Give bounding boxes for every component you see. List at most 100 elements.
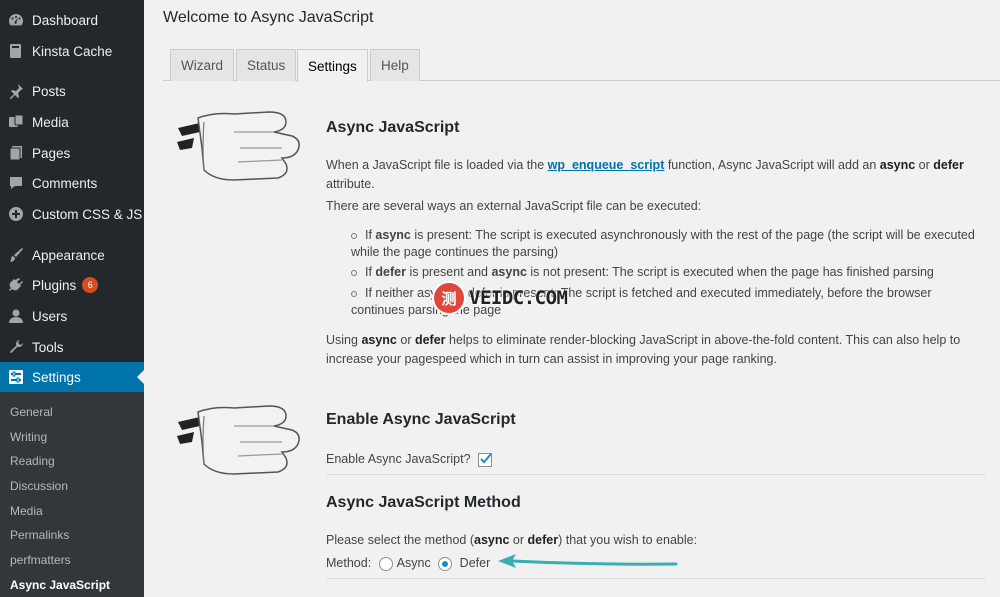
brush-icon: [8, 247, 24, 263]
sidebar-item-label: Tools: [32, 339, 64, 355]
submenu-item-writing[interactable]: Writing: [10, 430, 47, 444]
watermark-logo-icon: 测: [432, 281, 466, 315]
keyword-async: async: [361, 333, 397, 347]
admin-sidebar: Dashboard Kinsta Cache Posts Media Pages…: [0, 0, 144, 597]
sidebar-item-label: Custom CSS & JS: [32, 206, 143, 222]
comments-icon: [8, 175, 24, 191]
intro-text: function, Async JavaScript will add an: [664, 158, 880, 172]
tab-status[interactable]: Status: [236, 49, 297, 81]
bullet-icon: [351, 290, 357, 297]
outro-text: increase your pagespeed which in turn ca…: [326, 352, 777, 366]
pin-icon: [8, 83, 24, 99]
list-item: If defer is present and async is not pre…: [351, 264, 991, 281]
keyword-async: async: [879, 158, 916, 172]
sidebar-item-settings[interactable]: Settings: [0, 362, 144, 392]
intro-text: or: [915, 158, 934, 172]
method-defer-label[interactable]: Defer: [460, 556, 491, 570]
enable-async-row: Enable Async JavaScript?: [326, 450, 493, 469]
checkmark-icon: [480, 453, 492, 464]
keyword-defer: defer: [375, 265, 406, 279]
outro-text: Using: [326, 333, 362, 347]
submenu-item-permalinks[interactable]: Permalinks: [10, 528, 69, 542]
keyword-defer: defer: [933, 158, 964, 172]
method-async-label[interactable]: Async: [397, 556, 431, 570]
submenu-item-discussion[interactable]: Discussion: [10, 479, 68, 493]
outro-text: helps to eliminate render-blocking JavaS…: [445, 333, 961, 347]
sidebar-item-custom-css-js[interactable]: Custom CSS & JS: [0, 199, 144, 229]
intro-paragraph: When a JavaScript file is loaded via the…: [326, 156, 986, 194]
keyword-async: async: [375, 228, 411, 242]
method-defer-radio[interactable]: [438, 556, 453, 571]
intro-text: attribute.: [326, 177, 375, 191]
enable-async-checkbox[interactable]: [478, 452, 493, 467]
section-title-enable-async: Enable Async JavaScript: [326, 411, 516, 428]
sidebar-item-plugins[interactable]: Plugins 6: [0, 270, 144, 300]
plugin-icon: [8, 277, 24, 293]
annotation-arrow-icon: [498, 554, 678, 568]
update-count-badge: 6: [82, 277, 99, 293]
intro-text: When a JavaScript file is loaded via the: [326, 158, 548, 172]
section-divider: [326, 578, 986, 579]
pointing-hand-icon: [177, 405, 300, 475]
sidebar-item-label: Appearance: [32, 247, 105, 263]
tab-help[interactable]: Help: [370, 49, 420, 81]
outro-paragraph: Using async or defer helps to eliminate …: [326, 331, 986, 369]
sidebar-item-label: Comments: [32, 175, 98, 191]
bullet-text: is present and: [406, 265, 492, 279]
sidebar-item-pages[interactable]: Pages: [0, 138, 144, 168]
submenu-item-async-javascript[interactable]: Async JavaScript: [10, 578, 110, 592]
method-desc-text: or: [509, 533, 528, 547]
keyword-defer: defer: [527, 533, 559, 547]
settings-submenu: General Writing Reading Discussion Media…: [0, 392, 144, 597]
sidebar-item-comments[interactable]: Comments: [0, 168, 144, 198]
sidebar-item-label: Settings: [32, 369, 81, 385]
section-title-method: Async JavaScript Method: [326, 494, 521, 511]
wrench-icon: [8, 339, 24, 355]
sidebar-item-posts[interactable]: Posts: [0, 76, 144, 106]
section-divider: [326, 474, 986, 475]
bullet-text: while the page continues the parsing): [351, 245, 559, 259]
sidebar-item-kinsta-cache[interactable]: Kinsta Cache: [0, 36, 144, 66]
bullet-text: is present: The script is executed async…: [410, 228, 975, 242]
site-watermark: 测 VEIDC.COM: [432, 281, 568, 315]
sidebar-item-users[interactable]: Users: [0, 301, 144, 331]
wp-enqueue-script-link[interactable]: wp_enqueue_script: [548, 158, 665, 172]
ways-text: There are several ways an external JavaS…: [326, 199, 702, 213]
sidebar-item-label: Pages: [32, 145, 71, 161]
method-async-radio[interactable]: [378, 556, 393, 571]
method-description: Please select the method (async or defer…: [326, 531, 697, 550]
section-title-async-javascript: Async JavaScript: [326, 119, 460, 136]
bullet-icon: [351, 269, 357, 276]
keyword-async: async: [474, 533, 510, 547]
media-icon: [8, 114, 24, 130]
method-desc-text: Please select the method (: [326, 533, 474, 547]
sidebar-item-label: Media: [32, 114, 69, 130]
method-row: Method: Async Defer: [326, 554, 490, 573]
sidebar-item-media[interactable]: Media: [0, 107, 144, 137]
pointing-hand-icon: [177, 111, 300, 181]
sidebar-item-appearance[interactable]: Appearance: [0, 240, 144, 270]
kinsta-icon: [8, 43, 24, 59]
bullet-text: is not present: The script is executed w…: [526, 265, 934, 279]
bullet-icon: [351, 232, 357, 239]
enable-async-label: Enable Async JavaScript?: [326, 452, 471, 466]
sidebar-item-label: Dashboard: [32, 12, 99, 28]
list-item: If async is present: The script is execu…: [351, 227, 991, 261]
bullet-text: If: [365, 265, 376, 279]
tab-wizard[interactable]: Wizard: [170, 49, 235, 81]
sidebar-item-dashboard[interactable]: Dashboard: [0, 5, 144, 35]
submenu-item-general[interactable]: General: [10, 405, 53, 419]
watermark-text: VEIDC.COM: [469, 287, 568, 309]
sidebar-item-label: Posts: [32, 83, 66, 99]
keyword-defer: defer: [414, 333, 446, 347]
method-desc-text: ) that you wish to enable:: [558, 533, 698, 547]
tab-settings[interactable]: Settings: [297, 49, 368, 82]
sidebar-item-label: Users: [32, 308, 68, 324]
dashboard-icon: [8, 12, 24, 28]
submenu-item-reading[interactable]: Reading: [10, 454, 55, 468]
submenu-item-perfmatters[interactable]: perfmatters: [10, 553, 71, 567]
submenu-item-media[interactable]: Media: [10, 504, 43, 518]
settings-icon: [8, 369, 24, 385]
active-menu-arrow: [137, 370, 144, 384]
sidebar-item-tools[interactable]: Tools: [0, 332, 144, 362]
